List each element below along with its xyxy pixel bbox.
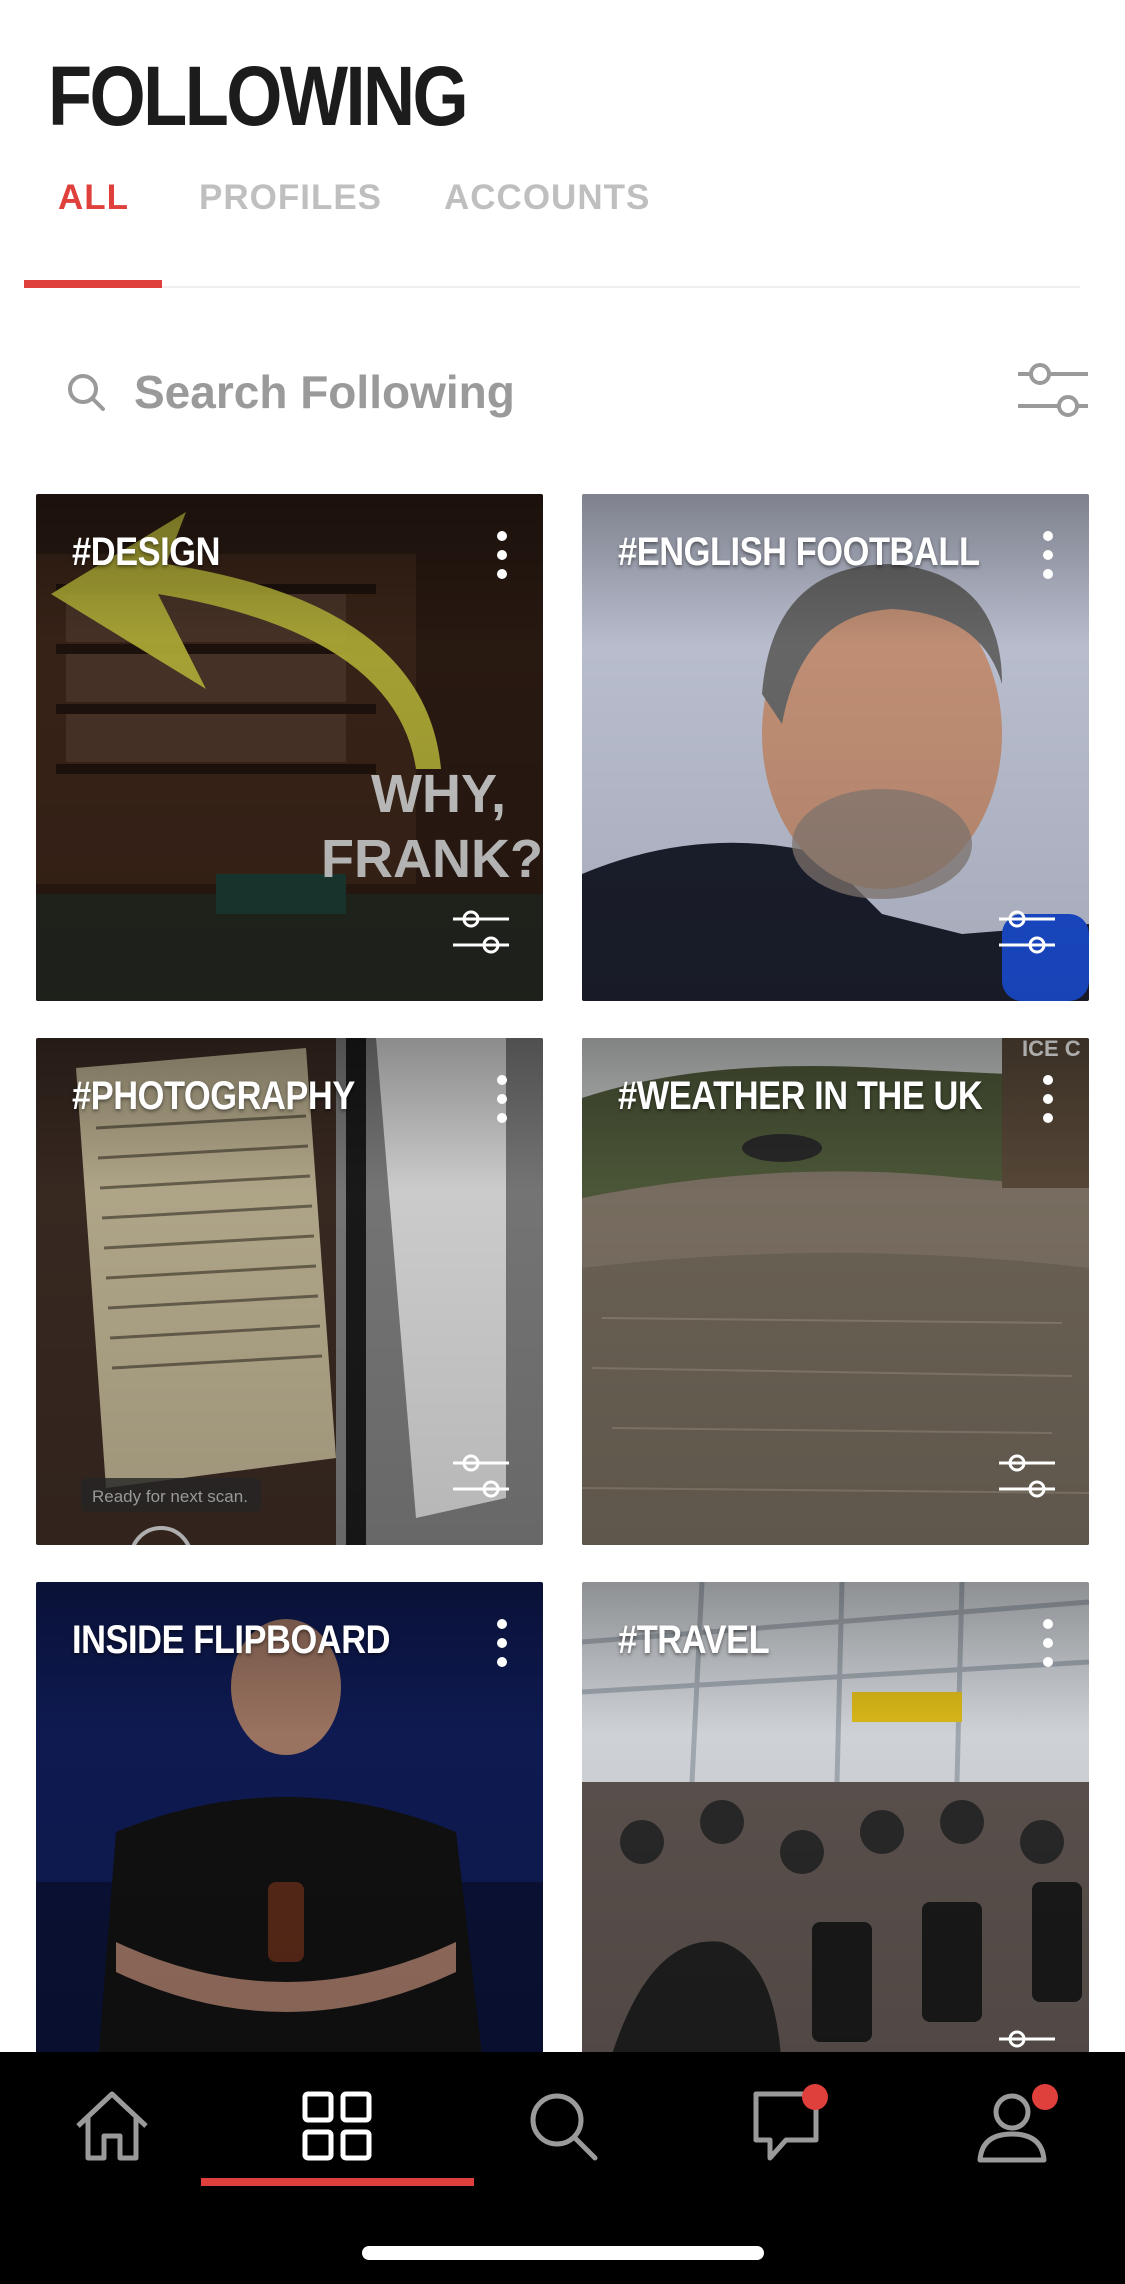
- tile-label: #PHOTOGRAPHY: [72, 1074, 355, 1118]
- nav-home[interactable]: [52, 2086, 172, 2176]
- more-options-icon[interactable]: [1041, 530, 1055, 580]
- tab-accounts[interactable]: ACCOUNTS: [444, 178, 650, 218]
- customize-sliders-icon[interactable]: [999, 1453, 1055, 1501]
- home-icon: [76, 2091, 148, 2161]
- topic-tile-travel[interactable]: #TRAVEL: [582, 1582, 1089, 2089]
- nav-messages[interactable]: [726, 2086, 846, 2176]
- more-options-icon[interactable]: [495, 530, 509, 580]
- active-nav-indicator: [201, 2178, 474, 2186]
- customize-sliders-icon[interactable]: [453, 909, 509, 957]
- filter-sliders-icon[interactable]: [1016, 358, 1090, 426]
- home-indicator[interactable]: [362, 2246, 764, 2260]
- customize-sliders-icon[interactable]: [999, 909, 1055, 957]
- customize-sliders-icon[interactable]: [453, 1453, 509, 1501]
- bottom-navigation-bar: [0, 2052, 1125, 2284]
- topic-tile-english-football[interactable]: #ENGLISH FOOTBALL: [582, 494, 1089, 1001]
- search-bar: [60, 352, 1090, 432]
- topic-tile-design[interactable]: WHY, FRANK? #DESIGN: [36, 494, 543, 1001]
- tab-all[interactable]: ALL: [58, 178, 129, 218]
- tile-label: INSIDE FLIPBOARD: [72, 1618, 391, 1662]
- tile-label: #TRAVEL: [618, 1618, 770, 1662]
- topic-tile-inside-flipboard[interactable]: INSIDE FLIPBOARD: [36, 1582, 543, 2089]
- topic-tile-photography[interactable]: Ready for next scan. #PHOTOGRAPHY: [36, 1038, 543, 1545]
- tab-profiles[interactable]: PROFILES: [199, 178, 382, 218]
- search-input[interactable]: [132, 358, 936, 426]
- profile-notification-badge: [1032, 2084, 1058, 2110]
- more-options-icon[interactable]: [1041, 1618, 1055, 1668]
- active-tab-indicator: [24, 280, 162, 288]
- messages-notification-badge: [802, 2084, 828, 2110]
- search-icon: [530, 2093, 598, 2161]
- nav-search[interactable]: [503, 2086, 623, 2176]
- search-icon: [68, 374, 105, 411]
- tile-label: #ENGLISH FOOTBALL: [618, 530, 980, 574]
- tab-bar: ALL PROFILES ACCOUNTS: [24, 160, 1080, 290]
- tab-divider: [24, 286, 1080, 288]
- topic-tile-weather-in-the-uk[interactable]: ICE C #WEATHER IN THE UK: [582, 1038, 1089, 1545]
- more-options-icon[interactable]: [495, 1074, 509, 1124]
- following-grid-icon: [302, 2091, 372, 2161]
- more-options-icon[interactable]: [495, 1618, 509, 1668]
- page-title: FOLLOWING: [48, 49, 469, 143]
- tile-label: #DESIGN: [72, 530, 221, 574]
- nav-following[interactable]: [277, 2086, 397, 2176]
- more-options-icon[interactable]: [1041, 1074, 1055, 1124]
- tile-label: #WEATHER IN THE UK: [618, 1074, 983, 1118]
